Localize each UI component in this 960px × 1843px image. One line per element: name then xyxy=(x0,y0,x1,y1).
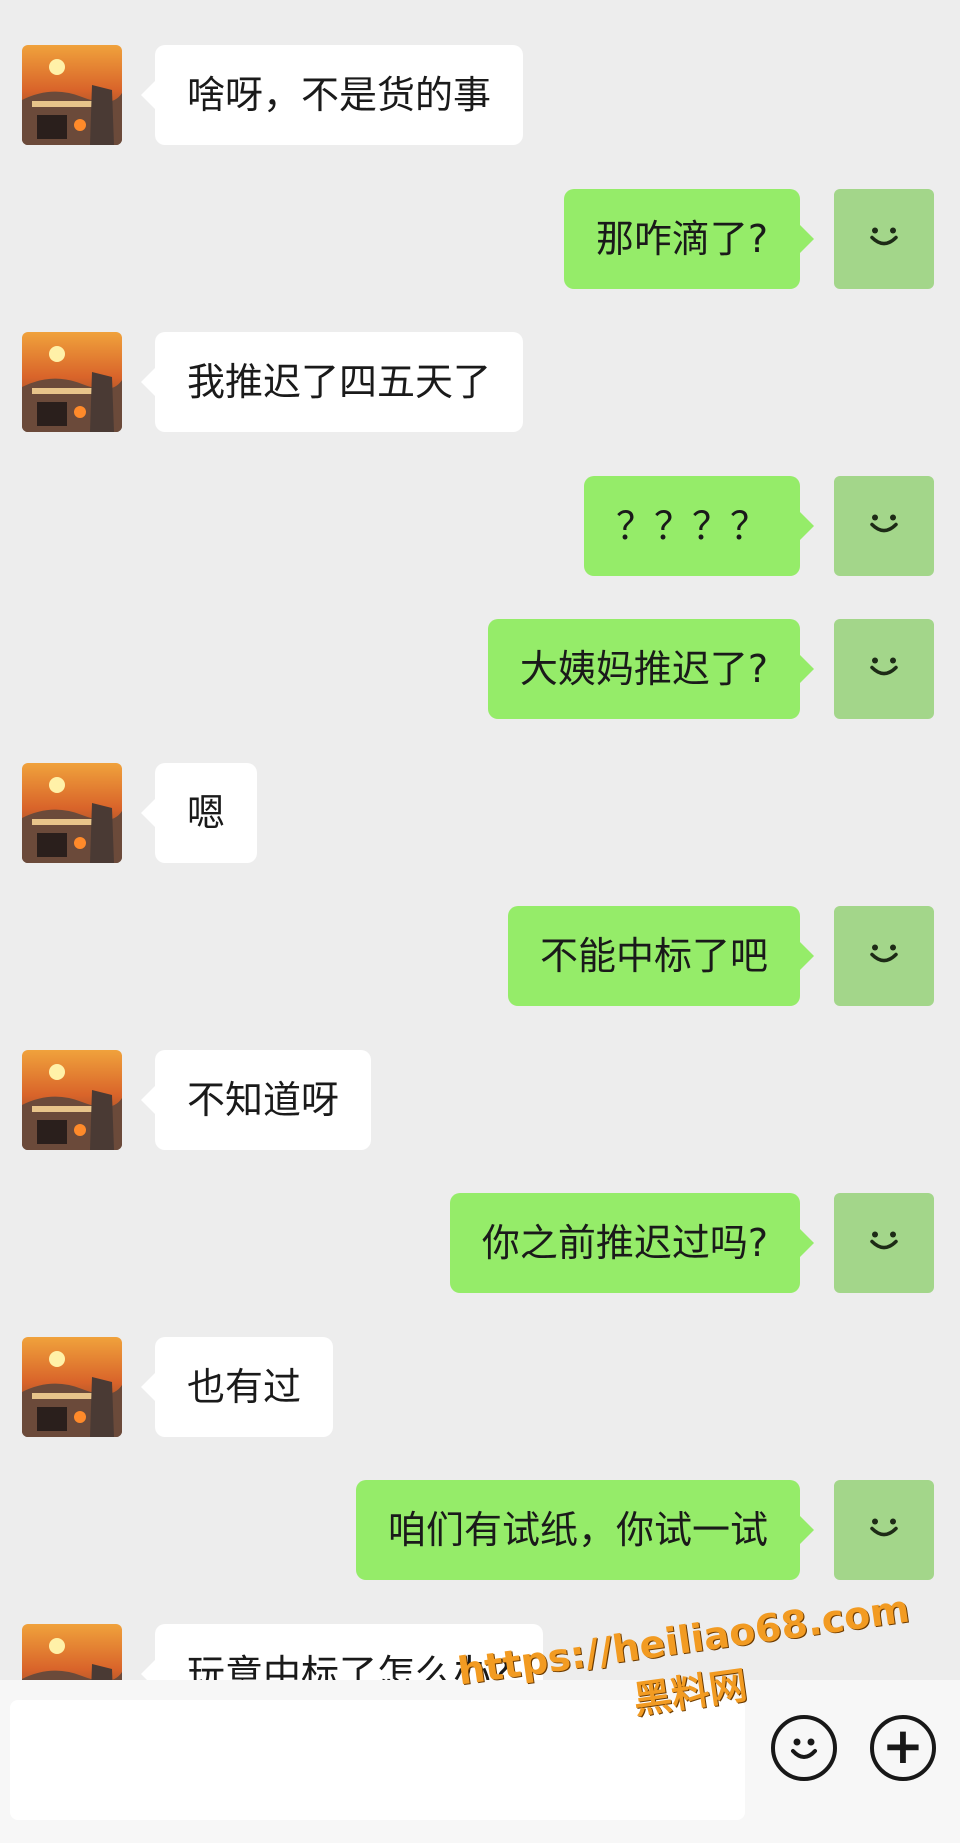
message-row-out: 你之前推迟过吗? xyxy=(0,1193,960,1293)
emoji-smile-icon xyxy=(791,1738,817,1759)
sunset-avatar-image xyxy=(22,763,122,863)
smiley-avatar-icon xyxy=(867,225,901,254)
sunset-avatar-image xyxy=(22,332,122,432)
message-row-in: 啥呀，不是货的事 xyxy=(0,45,960,145)
contact-avatar[interactable] xyxy=(22,332,122,432)
outgoing-message-bubble[interactable]: 你之前推迟过吗? xyxy=(449,1193,815,1293)
sunset-avatar-image xyxy=(22,1337,122,1437)
incoming-message-bubble[interactable]: 嗯 xyxy=(140,763,258,863)
message-row-in: 也有过 xyxy=(0,1337,960,1437)
self-avatar[interactable] xyxy=(834,476,934,576)
plus-icon: + xyxy=(882,1717,924,1775)
message-row-out: 大姨妈推迟了? xyxy=(0,619,960,719)
contact-avatar[interactable] xyxy=(22,1050,122,1150)
contact-avatar[interactable] xyxy=(22,1337,122,1437)
self-avatar[interactable] xyxy=(834,1480,934,1580)
self-avatar[interactable] xyxy=(834,906,934,1006)
outgoing-message-bubble[interactable]: 大姨妈推迟了? xyxy=(487,619,815,719)
incoming-message-bubble[interactable]: 也有过 xyxy=(140,1337,334,1437)
contact-avatar[interactable] xyxy=(22,763,122,863)
outgoing-message-bubble[interactable]: 咱们有试纸，你试一试 xyxy=(355,1480,815,1580)
outgoing-message-bubble[interactable]: 那咋滴了? xyxy=(563,189,815,289)
message-row-out: ？？？？ xyxy=(0,476,960,576)
message-row-out: 不能中标了吧 xyxy=(0,906,960,1006)
chat-area[interactable]: 啥呀，不是货的事 那咋滴了? 我推迟了四五天了 ？？？？ 大姨妈推迟了? 嗯不能中标了吧不… xyxy=(0,0,960,1843)
emoji-button[interactable] xyxy=(771,1715,837,1781)
smiley-avatar-icon xyxy=(867,512,901,541)
message-row-out: 那咋滴了? xyxy=(0,189,960,289)
self-avatar[interactable] xyxy=(834,619,934,719)
plus-button[interactable]: + xyxy=(870,1715,936,1781)
incoming-message-bubble[interactable]: 我推迟了四五天了 xyxy=(140,332,524,432)
message-row-out: 咱们有试纸，你试一试 xyxy=(0,1480,960,1580)
sunset-avatar-image xyxy=(22,1050,122,1150)
smiley-avatar-icon xyxy=(867,1516,901,1545)
smiley-avatar-icon xyxy=(867,1229,901,1258)
message-row-in: 不知道呀 xyxy=(0,1050,960,1150)
self-avatar[interactable] xyxy=(834,1193,934,1293)
message-row-in: 嗯 xyxy=(0,763,960,863)
incoming-message-bubble[interactable]: 不知道呀 xyxy=(140,1050,372,1150)
outgoing-message-bubble[interactable]: ？？？？ xyxy=(583,476,815,576)
incoming-message-bubble[interactable]: 啥呀，不是货的事 xyxy=(140,45,524,145)
smiley-avatar-icon xyxy=(867,942,901,971)
sunset-avatar-image xyxy=(22,45,122,145)
contact-avatar[interactable] xyxy=(22,45,122,145)
self-avatar[interactable] xyxy=(834,189,934,289)
outgoing-message-bubble[interactable]: 不能中标了吧 xyxy=(507,906,815,1006)
message-row-in: 我推迟了四五天了 xyxy=(0,332,960,432)
smiley-avatar-icon xyxy=(867,655,901,684)
